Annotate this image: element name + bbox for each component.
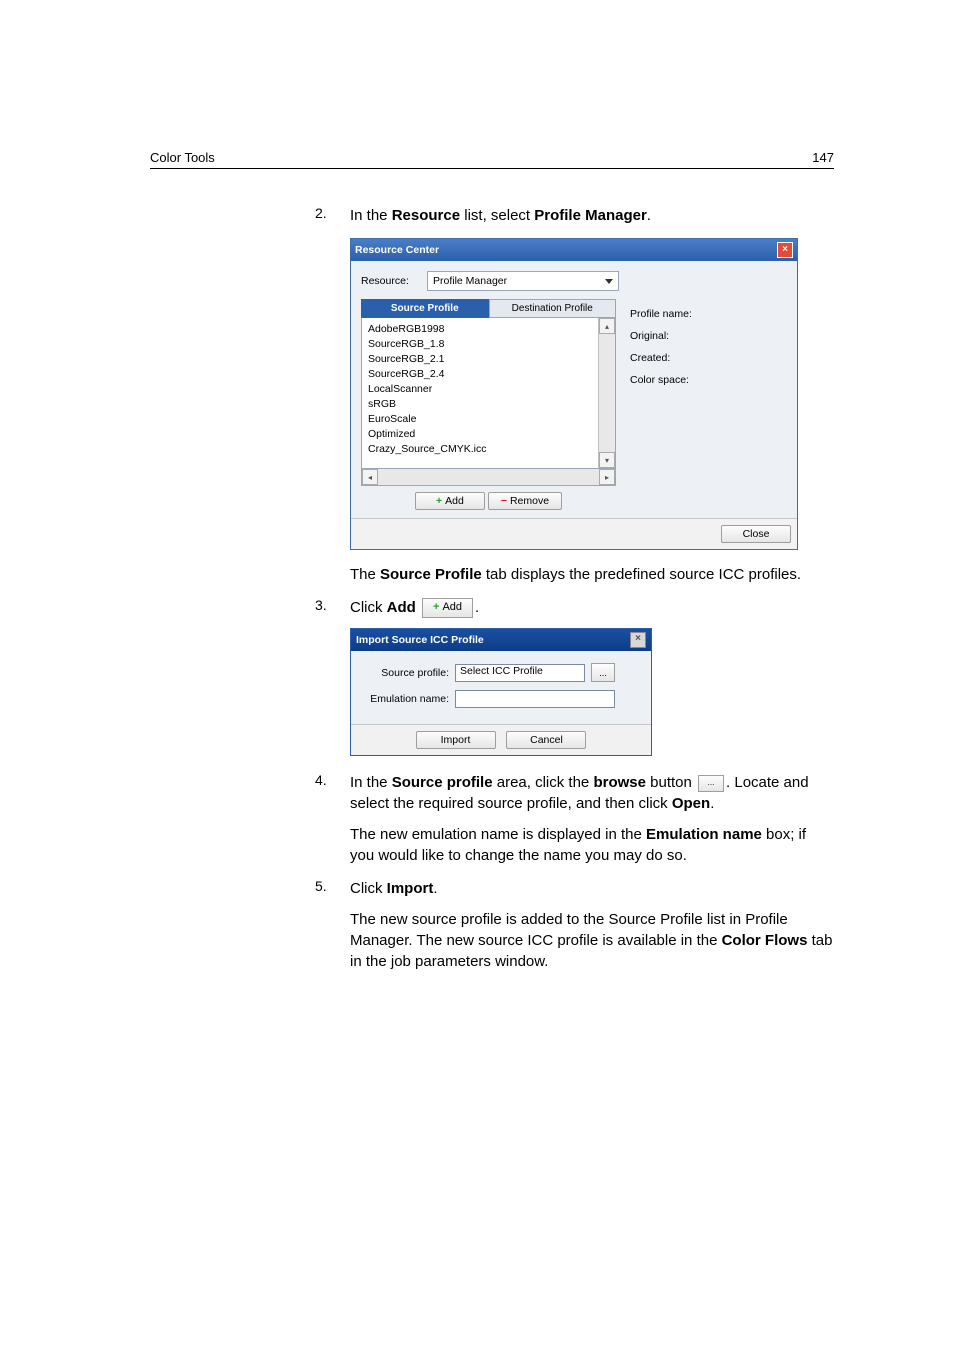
meta-created: Created: [630, 352, 787, 364]
import-dialog: Import Source ICC Profile × Source profi… [350, 628, 652, 756]
close-button[interactable]: Close [721, 525, 791, 543]
import-button[interactable]: Import [416, 731, 496, 749]
minus-icon: − [501, 495, 507, 507]
source-profile-field[interactable]: Select ICC Profile [455, 664, 585, 682]
meta-profile-name: Profile name: [630, 308, 787, 320]
chapter-title: Color Tools [150, 150, 215, 165]
resource-label: Resource: [361, 275, 421, 287]
emulation-name-label: Emulation name: [361, 693, 449, 705]
source-profile-label: Source profile: [361, 667, 449, 679]
list-item[interactable]: SourceRGB_1.8 [368, 336, 592, 351]
step-4-text: In the Source profile area, click the br… [350, 772, 834, 814]
add-button[interactable]: +Add [415, 492, 485, 510]
scroll-down-icon[interactable]: ▾ [599, 452, 615, 468]
step-number: 3. [315, 597, 327, 613]
emulation-name-field[interactable] [455, 690, 615, 708]
list-item[interactable]: EuroScale [368, 411, 592, 426]
step-number: 4. [315, 772, 327, 788]
dialog-titlebar: Import Source ICC Profile × [351, 629, 651, 651]
horizontal-scrollbar[interactable]: ◂ ▸ [361, 469, 616, 486]
tab-destination-profile[interactable]: Destination Profile [489, 299, 617, 318]
step-5-result: The new source profile is added to the S… [350, 909, 834, 972]
scroll-left-icon[interactable]: ◂ [362, 469, 378, 485]
list-item[interactable]: SourceRGB_2.4 [368, 366, 592, 381]
browse-button[interactable]: ... [591, 663, 615, 682]
step-2-result: The Source Profile tab displays the pred… [350, 564, 834, 585]
window-titlebar: Resource Center × [351, 239, 797, 261]
meta-color-space: Color space: [630, 374, 787, 386]
step-number: 2. [315, 205, 327, 221]
ellipsis-icon: ... [599, 668, 607, 678]
close-icon[interactable]: × [630, 632, 646, 648]
list-item[interactable]: Optimized [368, 426, 592, 441]
profile-meta: Profile name: Original: Created: Color s… [630, 299, 787, 512]
list-item[interactable]: sRGB [368, 396, 592, 411]
add-button-glyph: +Add [422, 598, 473, 617]
tab-source-profile[interactable]: Source Profile [361, 299, 489, 318]
step-2-text: In the Resource list, select Profile Man… [350, 205, 834, 226]
list-item[interactable]: SourceRGB_2.1 [368, 351, 592, 366]
plus-icon: + [436, 495, 442, 507]
step-3-text: Click Add +Add. [350, 597, 834, 618]
list-item[interactable]: Crazy_Source_CMYK.icc [368, 441, 592, 456]
page-header: Color Tools 147 [150, 150, 834, 169]
list-item[interactable]: LocalScanner [368, 381, 592, 396]
ellipsis-icon: ... [708, 777, 715, 788]
cancel-button[interactable]: Cancel [506, 731, 586, 749]
resource-select[interactable]: Profile Manager [427, 271, 619, 291]
scroll-right-icon[interactable]: ▸ [599, 469, 615, 485]
step-5-text: Click Import. [350, 878, 834, 899]
dialog-title: Import Source ICC Profile [356, 634, 484, 646]
profile-list[interactable]: AdobeRGB1998 SourceRGB_1.8 SourceRGB_2.1… [362, 318, 598, 468]
page-number: 147 [812, 150, 834, 165]
browse-button-glyph: ... [698, 775, 724, 792]
window-title: Resource Center [355, 244, 439, 256]
step-4-result: The new emulation name is displayed in t… [350, 824, 834, 866]
vertical-scrollbar[interactable]: ▴ ▾ [598, 318, 615, 468]
scroll-up-icon[interactable]: ▴ [599, 318, 615, 334]
resource-center-window: Resource Center × Resource: Profile Mana… [350, 238, 798, 550]
resource-select-value: Profile Manager [433, 275, 507, 287]
list-item[interactable]: AdobeRGB1998 [368, 321, 592, 336]
close-icon[interactable]: × [777, 242, 793, 258]
meta-original: Original: [630, 330, 787, 342]
step-number: 5. [315, 878, 327, 894]
remove-button[interactable]: −Remove [488, 492, 562, 510]
chevron-down-icon [605, 279, 613, 284]
plus-icon: + [433, 600, 439, 615]
